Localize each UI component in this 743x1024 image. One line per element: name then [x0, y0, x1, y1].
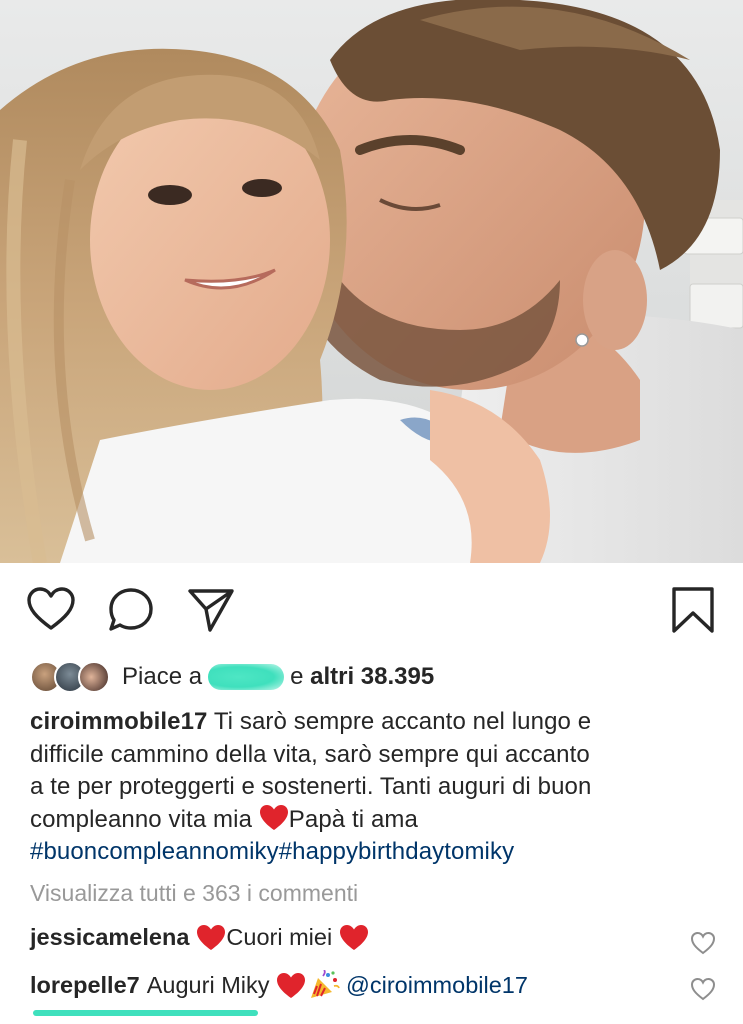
liker-avatars	[30, 660, 122, 694]
caption-username[interactable]: ciroimmobile17	[30, 708, 207, 735]
caption-hashtags[interactable]: #buoncompleannomiky#happybirthdaytomiky	[30, 836, 720, 869]
likes-prefix: Piace a	[122, 663, 203, 690]
comment-username[interactable]: jessicamelena	[30, 924, 189, 951]
caption-text-line-4b: Papà ti ama	[288, 805, 418, 833]
likes-middle: e	[290, 663, 304, 690]
bookmark-icon	[672, 587, 714, 633]
likes-count[interactable]: altri 38.395	[310, 663, 434, 691]
comment-mention[interactable]: @ciroimmobile17	[346, 972, 528, 999]
like-button[interactable]	[26, 585, 76, 635]
red-heart-emoji	[197, 925, 226, 950]
comment-bubble-icon	[109, 588, 153, 631]
action-bar	[0, 563, 743, 655]
post-photo[interactable]	[0, 0, 743, 563]
small-heart-icon[interactable]	[690, 977, 716, 1001]
avatar	[78, 661, 110, 693]
share-paper-plane-icon	[188, 589, 234, 632]
post-caption: ciroimmobile17 Ti sarò sempre accanto ne…	[30, 706, 720, 869]
username-highlight-underline	[33, 1010, 258, 1016]
caption-text-line-1: Ti sarò sempre accanto nel lungo e	[213, 708, 592, 735]
comment-text: Auguri Miky	[146, 971, 270, 998]
comment-button[interactable]	[106, 585, 156, 635]
red-heart-emoji	[259, 804, 288, 830]
comment-row: lorepelle7 Auguri Miky @ciroimmobile17	[30, 970, 528, 1000]
caption-text-line-4a: compleanno vita mia	[30, 805, 253, 833]
small-heart-icon[interactable]	[690, 931, 716, 955]
view-all-comments-link[interactable]: Visualizza tutti e 363 i commenti	[30, 880, 358, 907]
comment-username[interactable]: lorepelle7	[30, 972, 140, 999]
comment-text: Cuori miei	[226, 924, 333, 950]
redacted-username	[208, 664, 285, 690]
likes-row[interactable]: Piace a e altri 38.395	[30, 658, 434, 696]
red-heart-emoji	[339, 925, 368, 950]
save-button[interactable]	[668, 585, 718, 635]
comment-row: jessicamelena Cuori miei	[30, 924, 369, 951]
caption-text-line-2: difficile cammino della vita, sarò sempr…	[30, 740, 590, 768]
heart-outline-icon	[27, 587, 75, 630]
red-heart-emoji	[277, 972, 306, 998]
caption-text-line-3: a te per proteggerti e sostenerti. Tanti…	[30, 773, 592, 800]
party-popper-emoji	[311, 970, 340, 998]
likes-summary: Piace a e altri 38.395	[122, 663, 434, 691]
photo-illustration	[0, 0, 743, 563]
share-button[interactable]	[186, 585, 236, 635]
